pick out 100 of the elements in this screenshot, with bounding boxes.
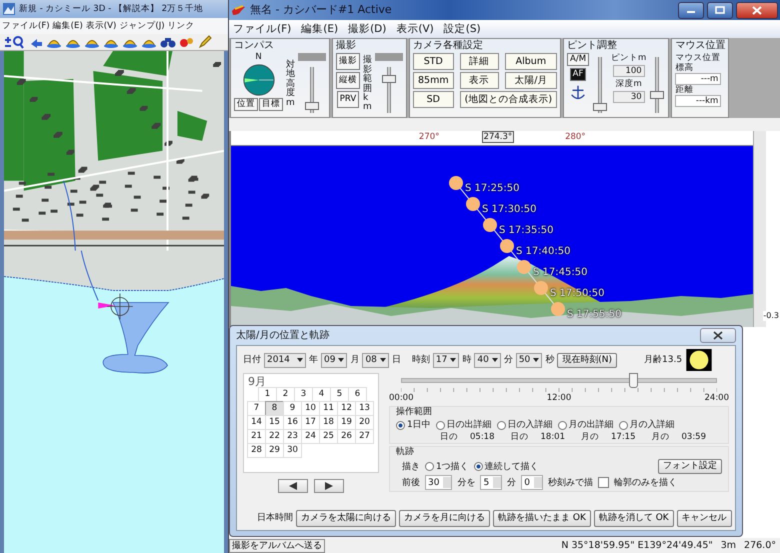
range-label: 撮影範囲km [363, 56, 372, 113]
radio-button[interactable] [436, 420, 445, 430]
date-label: 日付 [243, 354, 261, 366]
hour-unit: 時 [462, 354, 472, 366]
calendar-day[interactable]: 28 [247, 443, 266, 458]
menu-item[interactable]: ファイル(F) [2, 20, 50, 32]
sun-marker [449, 176, 463, 190]
zoom-icon[interactable] [4, 35, 26, 49]
event-label: 月の [581, 432, 599, 442]
camera-button[interactable]: (地図との合成表示) [460, 91, 558, 108]
focus-value-field[interactable]: 100 [612, 65, 645, 77]
time-slider-thumb[interactable] [629, 373, 638, 388]
calendar-day[interactable]: 27 [355, 429, 374, 444]
shoot-button[interactable]: 縦横 [336, 72, 360, 89]
dialog-button[interactable]: キャンセル [676, 510, 732, 527]
compass-button[interactable]: 位置 [234, 98, 258, 111]
af-button[interactable]: AF [570, 68, 586, 81]
shoot-button[interactable]: PRV [336, 91, 360, 108]
altitude-label: 対地高度m [286, 60, 295, 108]
camera-button[interactable]: 表示 [460, 72, 499, 89]
span-spinner[interactable]: 30 [425, 475, 452, 490]
mode-button[interactable]: A/M [567, 53, 590, 66]
menu-item[interactable]: リンク [168, 20, 195, 32]
depth-value-field[interactable]: 30 [612, 91, 645, 103]
maximize-button[interactable] [707, 2, 733, 18]
radio-button[interactable] [474, 462, 483, 471]
maximize-icon [715, 6, 725, 14]
now-button[interactable]: 現在時刻(N) [557, 352, 618, 368]
second-unit: 秒 [545, 354, 554, 366]
step-minute-spinner[interactable]: 5 [480, 475, 502, 490]
sun-marker [500, 239, 514, 253]
altitude-field[interactable] [298, 53, 326, 61]
shoot-button[interactable]: 撮影 [336, 53, 360, 70]
elevation-field: ---m [675, 73, 722, 85]
minute-select[interactable]: 40 [474, 352, 501, 368]
sun-time-label: S 17:40:50 [516, 246, 570, 258]
close-button[interactable] [700, 328, 736, 343]
option-label: 連続して描く [484, 460, 539, 472]
sun-time-label: S 17:30:50 [482, 204, 536, 216]
radio-button[interactable] [425, 462, 434, 471]
dialog-button[interactable]: 軌跡を消して OK [594, 510, 674, 527]
year-select[interactable]: 2014 [264, 352, 306, 368]
camera-button[interactable]: 85mm [413, 72, 454, 89]
menu-item[interactable]: ジャンプ(J) [119, 20, 165, 32]
paint-icon[interactable] [179, 35, 195, 49]
day-unit: 日 [392, 354, 401, 366]
range-slider-thumb[interactable] [382, 74, 396, 83]
send-to-album-button[interactable]: 撮影をアルバムへ送る [229, 538, 325, 552]
step-second-spinner[interactable]: 0 [521, 475, 543, 490]
calendar-day[interactable]: 24 [301, 429, 320, 444]
close-icon [752, 6, 762, 14]
radio-button[interactable] [496, 420, 506, 430]
hour-select[interactable]: 17 [432, 352, 460, 368]
dialog-button[interactable]: 軌跡を描いたまま OK [493, 510, 591, 527]
close-button[interactable] [736, 2, 778, 18]
time-scale-label: 24:00 [704, 393, 729, 404]
altitude-slider-thumb[interactable] [305, 102, 319, 110]
previous-month-button[interactable] [278, 479, 308, 493]
camera-button[interactable]: Album [504, 53, 558, 70]
camera-button[interactable]: SD [413, 91, 454, 108]
dialog-title: 太陽/月の位置と軌跡 [236, 330, 330, 342]
camera-button[interactable]: 太陽/月 [504, 72, 558, 89]
second-select[interactable]: 50 [516, 352, 542, 368]
option-label: 日の入詳細 [508, 419, 553, 431]
option-label: 月の出詳細 [568, 419, 614, 431]
binoculars-icon[interactable] [160, 35, 176, 49]
next-month-button[interactable] [314, 479, 344, 493]
menu-item[interactable]: 編集(E) [52, 20, 83, 32]
month-select[interactable]: 09 [321, 352, 348, 368]
camera-button[interactable]: 詳細 [460, 53, 499, 70]
menu-item[interactable]: 撮影(D) [348, 22, 386, 36]
menu-item[interactable]: 表示(V) [86, 20, 116, 32]
day-select[interactable]: 08 [362, 352, 389, 368]
depth-slider-thumb[interactable] [650, 90, 664, 99]
range-field[interactable] [375, 53, 403, 61]
calendar-day[interactable]: 29 [265, 443, 284, 458]
focus-slider-thumb[interactable] [593, 102, 608, 111]
minimize-button[interactable] [678, 2, 704, 18]
bird-icon [231, 3, 247, 17]
menu-item[interactable]: ファイル(F) [233, 22, 292, 36]
font-settings-button[interactable]: フォント設定 [658, 459, 722, 474]
camera-button[interactable]: STD [413, 53, 454, 70]
calendar-day[interactable]: 25 [319, 429, 338, 444]
calendar-day[interactable]: 30 [283, 443, 302, 458]
dialog-button[interactable]: カメラを太陽に向ける [296, 510, 396, 527]
bearing-label: 280° [565, 132, 586, 142]
calendar-day[interactable]: 6 [348, 387, 367, 402]
menu-item[interactable]: 表示(V) [396, 22, 434, 36]
radio-button[interactable] [396, 420, 405, 430]
menu-item[interactable]: 設定(S) [444, 22, 481, 36]
event-time: 17:15 [611, 432, 636, 442]
compass-button[interactable]: 目標 [259, 98, 283, 111]
calendar-day[interactable]: 26 [337, 429, 356, 444]
close-icon [713, 331, 723, 340]
radio-button[interactable] [558, 420, 567, 430]
dialog-button[interactable]: カメラを月に向ける [399, 510, 490, 527]
checkbox[interactable] [598, 477, 609, 488]
offset-label: -0.3 [763, 311, 779, 321]
menu-item[interactable]: 編集(E) [301, 22, 338, 36]
radio-button[interactable] [618, 420, 628, 430]
